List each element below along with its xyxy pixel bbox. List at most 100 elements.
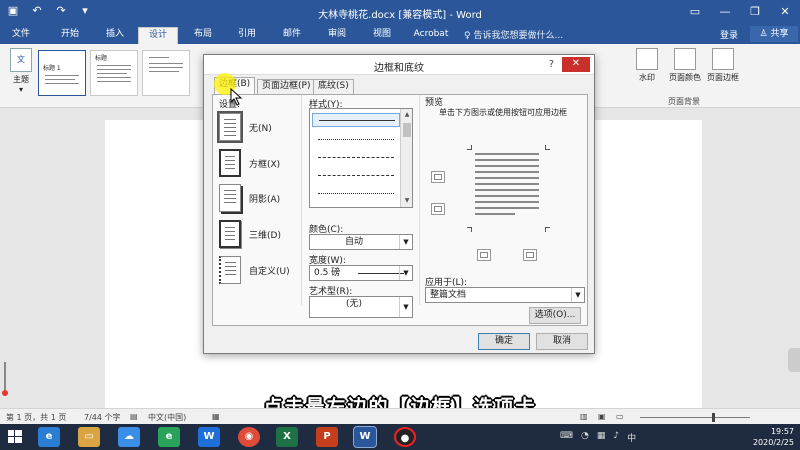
web-layout-icon[interactable]: ▭ [616,412,624,421]
right-border-icon [526,252,534,258]
excel-icon[interactable]: X [276,427,298,447]
scroll-thumb[interactable] [403,123,411,137]
maximize-icon[interactable]: ❐ [740,0,770,24]
network-icon[interactable]: ▦ [597,431,606,444]
clock-time: 19:57 [770,427,794,436]
minimize-icon[interactable]: — [710,0,740,24]
style-thumb-title[interactable]: 标题 [90,50,138,96]
watermark-button[interactable]: 水印 [630,48,664,83]
help-icon[interactable]: ? [549,59,554,70]
setting-shadow[interactable]: 阴影(A) [219,184,280,212]
setting-shadow-label: 阴影(A) [249,194,281,205]
person-icon: ♙ [759,29,768,39]
line-style-dashed[interactable] [318,157,394,158]
login-link[interactable]: 登录 [720,28,738,41]
page-background-group: 水印 页面颜色 页面边框 [630,48,740,83]
cloud-app-icon[interactable]: ☁ [118,427,140,447]
art-dropdown[interactable]: (无) ▼ [309,296,413,318]
qq-icon[interactable]: ◔ [581,431,589,444]
style-list-scrollbar[interactable]: ▲ ▼ [400,109,412,207]
ok-button[interactable]: 确定 [478,333,530,350]
scroll-up-icon[interactable]: ▲ [401,109,413,121]
dialog-close-button[interactable]: ✕ [562,57,590,72]
setting-box[interactable]: 方框(X) [219,149,280,177]
keyboard-icon[interactable]: ⌨ [560,431,573,444]
system-clock[interactable]: 19:57 2020/2/25 [753,426,794,448]
width-dropdown[interactable]: 0.5 磅 ▼ [309,265,413,281]
window-controls: ▭ — ❐ ✕ [680,0,800,24]
tab-acrobat[interactable]: Acrobat [406,27,456,44]
tab-page-border[interactable]: 页面边框(P) [257,79,316,94]
recorder-icon[interactable]: ● [394,427,416,447]
tab-review[interactable]: 审阅 [318,27,356,44]
ie-browser-icon[interactable]: e [38,427,60,447]
setting-none[interactable]: 无(N) [217,111,272,143]
tab-references[interactable]: 引用 [228,27,266,44]
proofing-icon[interactable]: ▤ [130,412,138,421]
watermark-icon [636,48,658,70]
wps-icon[interactable]: W [198,427,220,447]
line-style-solid[interactable] [312,113,400,127]
macro-icon[interactable]: ▦ [212,412,220,421]
top-border-button[interactable] [431,171,445,183]
page-borders-icon [712,48,734,70]
browser-360-icon[interactable]: e [158,427,180,447]
right-border-button[interactable] [523,249,537,261]
dropdown-caret-icon: ▾ [18,85,23,94]
setting-none-icon [217,111,243,143]
themes-icon: 文 [10,48,32,72]
tab-shading[interactable]: 底纹(S) [313,79,354,94]
setting-3d[interactable]: 三维(D) [219,220,281,248]
setting-custom[interactable]: 自定义(U) [219,256,290,284]
taskbar: e ▭ ☁ e W ◉ X P W ● ⌨ ◔ ▦ ♪ 中 19:57 2020… [0,424,800,450]
page-borders-button[interactable]: 页面边框 [706,48,740,83]
read-mode-icon[interactable]: ▥ [580,412,588,421]
page-count[interactable]: 第 1 页，共 1 页 [6,412,66,423]
style-thumb-other[interactable] [142,50,190,96]
windows-start-icon[interactable] [2,427,28,447]
bottom-border-button[interactable] [431,203,445,215]
line-style-dotted[interactable] [318,139,394,140]
themes-button[interactable]: 文 主题 ▾ [8,48,34,94]
tell-me-box[interactable]: ♀ 告诉我您想要做什么... [464,28,563,41]
preview-diagram[interactable] [475,151,543,223]
art-value: (无) [345,299,363,309]
scroll-down-icon[interactable]: ▼ [401,195,413,207]
zoom-slider[interactable] [640,413,750,422]
print-layout-icon[interactable]: ▣ [598,412,606,421]
style-thumb-heading-1[interactable]: 标题 1 [38,50,86,96]
word-count[interactable]: 7/44 个字 [84,412,121,423]
close-icon[interactable]: ✕ [770,0,800,24]
ime-indicator[interactable]: 中 [627,431,636,444]
color-dropdown[interactable]: 自动 ▼ [309,234,413,250]
language-status[interactable]: 中文(中国) [148,412,186,423]
tab-mailings[interactable]: 邮件 [272,27,312,44]
side-panel-handle[interactable] [788,348,800,372]
line-style-dash-dot[interactable] [318,193,394,194]
ribbon-tabs: 文件 开始 插入 设计 布局 引用 邮件 审阅 视图 Acrobat ♀ 告诉我… [0,24,800,44]
word-icon[interactable]: W [353,426,377,448]
themes-label: 主题 [13,75,29,84]
tab-home[interactable]: 开始 [50,27,90,44]
left-border-button[interactable] [477,249,491,261]
tab-view[interactable]: 视图 [362,27,402,44]
line-style-list[interactable]: ▲ ▼ [309,108,413,208]
left-border-icon [480,252,488,258]
powerpoint-icon[interactable]: P [316,427,338,447]
tab-layout[interactable]: 布局 [184,27,222,44]
tab-file[interactable]: 文件 [4,27,38,44]
file-explorer-icon[interactable]: ▭ [78,427,100,447]
volume-icon[interactable]: ♪ [613,431,619,444]
page-color-button[interactable]: 页面颜色 [668,48,702,83]
tab-design[interactable]: 设计 [138,27,178,44]
cancel-button[interactable]: 取消 [536,333,588,350]
zoom-slider-thumb[interactable] [712,413,715,422]
apply-to-dropdown[interactable]: 整篇文档 ▼ [425,287,585,303]
chrome-icon[interactable]: ◉ [238,427,260,447]
options-button[interactable]: 选项(O)... [529,307,581,324]
share-button[interactable]: ♙ 共享 [750,26,798,42]
tab-insert[interactable]: 插入 [96,27,134,44]
line-style-dash-long[interactable] [318,175,394,176]
ribbon-display-icon[interactable]: ▭ [680,0,710,24]
setting-custom-icon [219,256,241,284]
